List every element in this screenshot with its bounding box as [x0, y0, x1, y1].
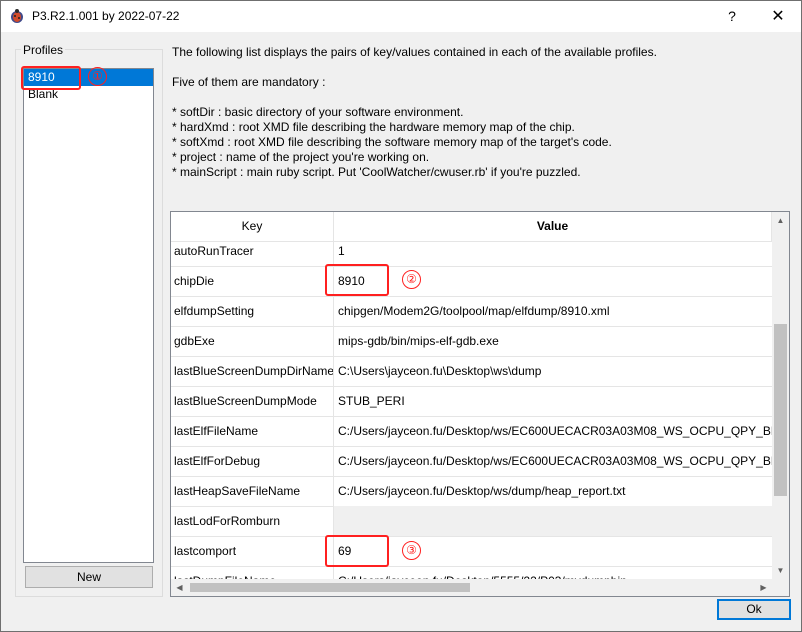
table-row[interactable]: gdbExe mips-gdb/bin/mips-elf-gdb.exe: [171, 326, 772, 357]
description-bullet: * hardXmd : root XMD file describing the…: [172, 120, 575, 134]
scroll-down-icon[interactable]: ▼: [772, 562, 789, 579]
annotation-number: ③: [402, 541, 421, 560]
description-bullet: * mainScript : main ruby script. Put 'Co…: [172, 165, 581, 179]
table-row[interactable]: lastcomport 69: [171, 536, 772, 567]
description-intro: The following list displays the pairs of…: [172, 45, 657, 59]
annotation-box: [21, 66, 81, 90]
table-row[interactable]: lastLodForRomburn: [171, 506, 772, 537]
ok-button[interactable]: Ok: [717, 599, 791, 620]
profile-list[interactable]: 8910 Blank: [23, 68, 154, 563]
key-cell: chipDie: [171, 266, 334, 296]
description-mandatory: Five of them are mandatory :: [172, 75, 326, 89]
value-cell[interactable]: chipgen/Modem2G/toolpool/map/elfdump/891…: [334, 296, 772, 326]
key-cell: autoRunTracer: [171, 236, 334, 266]
description-bullet: * softDir : basic directory of your soft…: [172, 105, 464, 119]
help-button[interactable]: ?: [709, 1, 755, 32]
annotation-box: [325, 264, 389, 296]
scroll-left-icon[interactable]: ◀: [171, 579, 188, 596]
annotation-number: ②: [402, 270, 421, 289]
key-cell: lastElfFileName: [171, 416, 334, 446]
key-cell: lastBlueScreenDumpDirName: [171, 356, 334, 386]
value-cell[interactable]: 8910: [334, 266, 772, 296]
key-cell: lastBlueScreenDumpMode: [171, 386, 334, 416]
profiles-label: Profiles: [21, 43, 66, 57]
value-cell[interactable]: C:/Users/jayceon.fu/Desktop/ws/EC600UECA…: [334, 416, 772, 446]
window-title: P3.R2.1.001 by 2022-07-22: [32, 9, 180, 23]
value-cell[interactable]: [334, 506, 772, 536]
table-row[interactable]: lastHeapSaveFileName C:/Users/jayceon.fu…: [171, 476, 772, 507]
table-row[interactable]: lastBlueScreenDumpMode STUB_PERI: [171, 386, 772, 417]
annotation-box: [325, 535, 389, 567]
description-bullet: * softXmd : root XMD file describing the…: [172, 135, 612, 149]
value-cell[interactable]: mips-gdb/bin/mips-elf-gdb.exe: [334, 326, 772, 356]
value-cell[interactable]: C:/Users/jayceon.fu/Desktop/ws/dump/heap…: [334, 476, 772, 506]
key-cell: lastElfForDebug: [171, 446, 334, 476]
horizontal-scrollbar[interactable]: ◀ ▶: [171, 579, 772, 596]
vertical-scrollbar[interactable]: ▲ ▼: [772, 212, 789, 579]
new-profile-button[interactable]: New: [25, 566, 153, 588]
ladybug-app-icon: [9, 8, 25, 24]
scrollbar-corner: [772, 579, 789, 596]
key-cell: lastLodForRomburn: [171, 506, 334, 536]
table-row[interactable]: elfdumpSetting chipgen/Modem2G/toolpool/…: [171, 296, 772, 327]
value-cell[interactable]: 1: [334, 236, 772, 266]
scroll-right-icon[interactable]: ▶: [755, 579, 772, 596]
profile-dialog: P3.R2.1.001 by 2022-07-22 ? ✕ Profiles 8…: [0, 0, 802, 632]
annotation-number: ①: [88, 67, 107, 86]
title-bar: P3.R2.1.001 by 2022-07-22 ? ✕: [1, 1, 801, 32]
value-cell[interactable]: C:\Users\jayceon.fu\Desktop\ws\dump: [334, 356, 772, 386]
key-cell: elfdumpSetting: [171, 296, 334, 326]
scroll-up-icon[interactable]: ▲: [772, 212, 789, 229]
value-cell[interactable]: C:/Users/jayceon.fu/Desktop/ws/EC600UECA…: [334, 446, 772, 476]
horizontal-scroll-thumb[interactable]: [190, 583, 470, 592]
key-value-table[interactable]: Key Value autoRunTracer 1 chipDie 8910 e…: [170, 211, 790, 597]
value-cell[interactable]: STUB_PERI: [334, 386, 772, 416]
table-row[interactable]: lastElfForDebug C:/Users/jayceon.fu/Desk…: [171, 446, 772, 477]
key-cell: gdbExe: [171, 326, 334, 356]
key-cell: lastHeapSaveFileName: [171, 476, 334, 506]
value-cell[interactable]: 69: [334, 536, 772, 566]
table-row[interactable]: lastElfFileName C:/Users/jayceon.fu/Desk…: [171, 416, 772, 447]
key-cell: lastcomport: [171, 536, 334, 566]
table-row[interactable]: chipDie 8910: [171, 266, 772, 297]
close-icon[interactable]: ✕: [755, 1, 801, 32]
table-row[interactable]: autoRunTracer 1: [171, 236, 772, 267]
description-bullet: * project : name of the project you're w…: [172, 150, 430, 164]
table-row[interactable]: lastBlueScreenDumpDirName C:\Users\jayce…: [171, 356, 772, 387]
vertical-scroll-thumb[interactable]: [774, 324, 787, 496]
